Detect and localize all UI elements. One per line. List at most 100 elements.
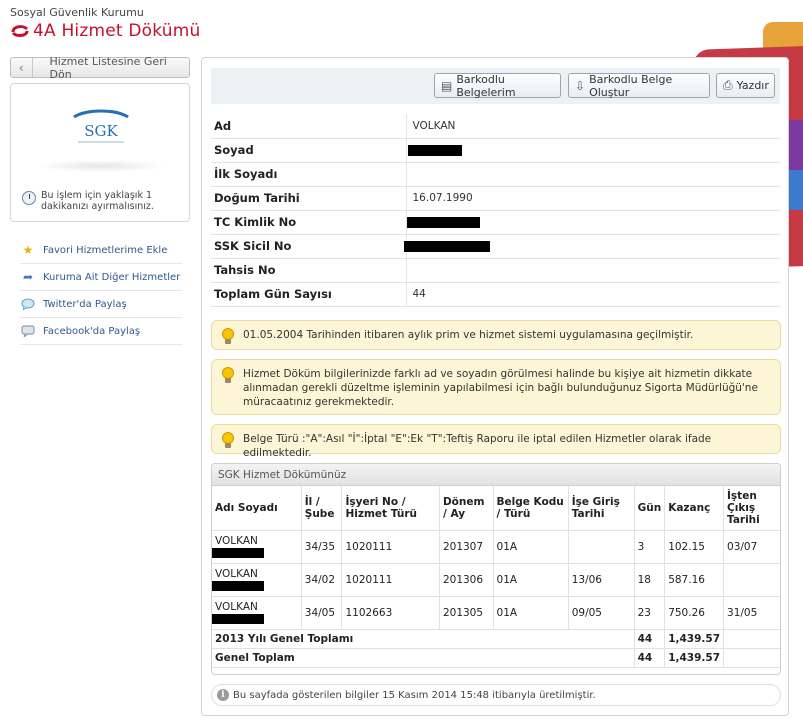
service-table: Adı Soyadı İl / Şube İşyeri No / Hizmet … [212,486,780,668]
column-header[interactable]: Dönem / Ay [439,486,494,531]
column-header[interactable]: İşe Giriş Tarihi [568,486,635,531]
service-grid: SGK Hizmet Dökümünüz Adı Soyadı İl / Şub… [211,463,781,675]
info-value [406,138,780,163]
grand-total-gun: 44 [634,648,666,668]
button-label: Barkodlu Belgelerim [456,72,516,99]
other-services-link[interactable]: ➦ Kuruma Ait Diğer Hizmetler [20,264,182,291]
facebook-icon [20,324,36,338]
info-icon: i [217,689,229,701]
link-label: Kuruma Ait Diğer Hizmetler [43,271,181,283]
info-value: VOLKAN [406,114,780,139]
isyeri-cell: 1020111 [341,530,440,564]
kazanc-cell: 102.15 [664,530,725,564]
giris-cell [568,530,635,564]
redaction-bar [407,144,462,156]
donem-cell: 201305 [439,596,494,630]
back-to-list-button[interactable]: ‹ Hizmet Listesine Geri Dön [10,54,190,81]
info-label: Toplam Gün Sayısı [211,282,407,307]
barcoded-docs-button[interactable]: ▤ Barkodlu Belgelerim [434,72,561,99]
il-cell: 34/05 [301,596,343,630]
lightbulb-icon [221,367,235,384]
cikis-cell [723,563,780,597]
page-header: Sosyal Güvenlik Kurumu 4A Hizmet Dökümü [10,6,201,41]
sgk-swirl-icon [11,25,29,37]
column-header[interactable]: Gün [634,486,666,531]
facebook-share-link[interactable]: Facebook'da Paylaş [20,318,182,345]
empty-cell [723,648,780,668]
redaction-bar [212,547,264,558]
logo-shadow [36,160,166,172]
column-header[interactable]: İşten Çıkış Tarihi [723,486,780,531]
column-header[interactable]: İşyeri No / Hizmet Türü [341,486,440,531]
chevron-left-icon: ‹ [11,58,33,77]
notice-text: 01.05.2004 Tarihinden itibaren aylık pri… [243,329,694,341]
donem-cell: 201307 [439,530,494,564]
add-favorite-link[interactable]: ★ Favori Hizmetlerime Ekle [20,237,182,264]
star-icon: ★ [22,243,34,257]
org-name: Sosyal Güvenlik Kurumu [10,6,144,19]
redaction-bar [406,216,480,228]
time-note-line1: Bu işlem için yaklaşık 1 [41,190,153,201]
info-label: TC Kimlik No [211,210,407,235]
belge-cell: 01A [493,563,569,597]
kazanc-cell: 750.26 [664,596,725,630]
grand-total-row: Genel Toplam 44 1,439.57 [212,648,780,668]
info-label: Soyad [211,138,407,163]
column-header[interactable]: İl / Şube [301,486,343,531]
info-row-ilk-soyadi: İlk Soyadı [211,162,780,187]
notice-document-types: Belge Türü :"A":Asıl "İ":İptal "E":Ek "T… [211,424,781,459]
time-note: Bu işlem için yaklaşık 1 dakikanızı ayır… [22,190,154,212]
year-total-row: 2013 Yılı Genel Toplamı 44 1,439.57 [212,629,780,649]
side-links: ★ Favori Hizmetlerime Ekle ➦ Kuruma Ait … [20,237,182,345]
year-total-label: 2013 Yılı Genel Toplamı [212,629,635,649]
info-row-toplam-gun: Toplam Gün Sayısı 44 [211,282,780,307]
info-label: Tahsis No [211,258,407,283]
toolbar: ▤ Barkodlu Belgelerim ⇩ Barkodlu Belge O… [211,68,780,104]
year-total-kazanc: 1,439.57 [664,629,725,649]
info-value [403,234,780,259]
cikis-cell: 03/07 [723,530,780,564]
name-cell: VOLKAN [212,596,302,630]
giris-cell: 13/06 [568,563,635,597]
info-row-dogum-tarihi: Doğum Tarihi 16.07.1990 [211,186,780,211]
notice-name-mismatch: Hizmet Döküm bilgilerinizde farklı ad ve… [211,359,781,415]
service-info-card: SGK Bu işlem için yaklaşık 1 dakikanızı … [10,83,190,222]
notice-system-change: 01.05.2004 Tarihinden itibaren aylık pri… [211,320,781,350]
table-row: VOLKAN 34/35 1020111 201307 01A 3 102.15… [212,530,780,564]
info-row-tahsis-no: Tahsis No [211,258,780,283]
grid-header-row: Adı Soyadı İl / Şube İşyeri No / Hizmet … [212,486,780,531]
printer-icon: ⎙ [723,78,733,92]
create-barcoded-doc-button[interactable]: ⇩ Barkodlu Belge Oluştur [568,72,710,99]
twitter-icon [20,297,36,311]
table-row: VOLKAN 34/02 1020111 201306 01A 13/06 18… [212,563,780,597]
column-header[interactable]: Belge Kodu / Türü [493,486,569,531]
button-label: Barkodlu Belge Oluştur [589,72,673,99]
info-row-ad: Ad VOLKAN [211,114,780,139]
main-panel: ▤ Barkodlu Belgelerim ⇩ Barkodlu Belge O… [201,57,789,716]
gun-cell: 18 [634,563,666,597]
print-button[interactable]: ⎙ Yazdır [716,73,775,98]
redaction-bar [212,580,264,591]
twitter-share-link[interactable]: Twitter'da Paylaş [20,291,182,318]
info-label: İlk Soyadı [211,162,407,187]
generation-note: i Bu sayfada gösterilen bilgiler 15 Kası… [211,684,781,706]
svg-text:SGK: SGK [84,122,118,140]
clock-icon [22,191,36,205]
column-header[interactable]: Adı Soyadı [212,486,302,531]
info-value [406,162,780,187]
name-cell: VOLKAN [212,530,302,564]
isyeri-cell: 1102663 [341,596,440,630]
donem-cell: 201306 [439,563,494,597]
download-icon: ⇩ [575,78,586,93]
notice-text: Hizmet Döküm bilgilerinizde farklı ad ve… [243,368,758,408]
il-cell: 34/02 [301,563,343,597]
lightbulb-icon [221,432,235,449]
gun-cell: 3 [634,530,666,564]
kazanc-cell: 587.16 [664,563,725,597]
column-header[interactable]: Kazanç [664,486,725,531]
info-row-tc-kimlik: TC Kimlik No [211,210,780,235]
personal-info-table: Ad VOLKAN Soyad İlk Soyadı Doğum Tarihi … [211,114,780,307]
info-value [406,210,780,235]
back-button-label: Hizmet Listesine Geri Dön [49,54,167,81]
info-label: Doğum Tarihi [211,186,407,211]
